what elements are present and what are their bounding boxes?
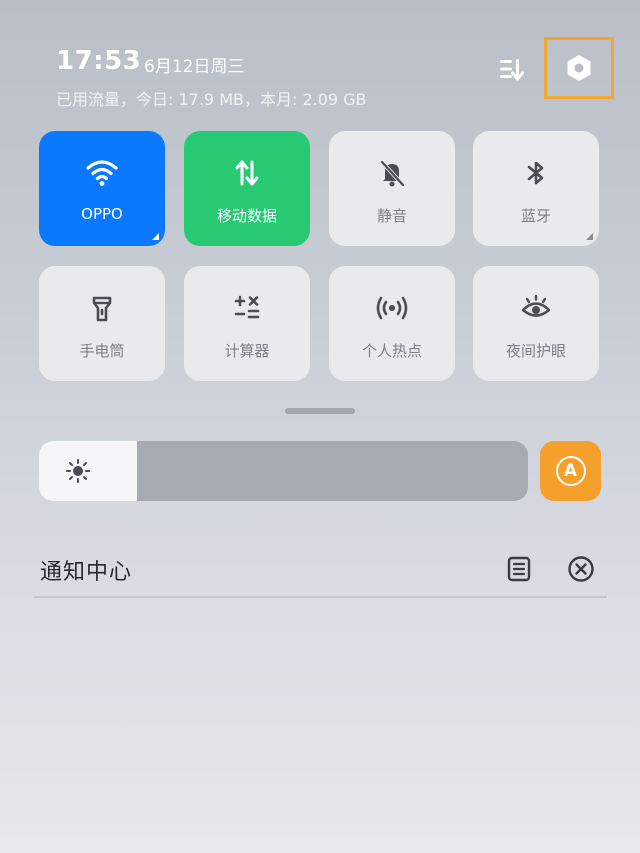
tile-flashlight[interactable]: 手电筒	[39, 266, 165, 381]
notification-manage-icon	[507, 556, 531, 582]
date-text: 6月12日周三	[144, 57, 245, 77]
expand-corner-icon	[586, 233, 593, 240]
status-header: 17:53 6月12日周三 已用流量，今日: 17.9 MB，本月: 2.09 …	[0, 0, 640, 120]
bell-off-icon	[374, 155, 410, 191]
clock-time: 17:53	[56, 46, 142, 76]
tile-label: 移动数据	[216, 207, 277, 225]
hotspot-icon	[374, 290, 410, 326]
notification-center-title: 通知中心	[40, 560, 133, 585]
tile-label: 计算器	[224, 342, 270, 360]
tile-hotspot[interactable]: 个人热点	[329, 266, 455, 381]
tile-calculator[interactable]: 计算器	[184, 266, 310, 381]
tile-night-mode[interactable]: 夜间护眼	[473, 266, 599, 381]
eye-icon	[518, 290, 554, 326]
bluetooth-icon	[518, 155, 554, 191]
auto-brightness-button[interactable]: A	[540, 441, 601, 501]
tile-label: 个人热点	[361, 342, 422, 360]
tile-silent[interactable]: 静音	[329, 131, 455, 246]
tile-label: 蓝牙	[520, 207, 551, 225]
edit-tiles-button[interactable]	[494, 54, 528, 84]
tile-mobile-data[interactable]: 移动数据	[184, 131, 310, 246]
notification-divider	[34, 596, 607, 598]
tile-label: 手电筒	[79, 342, 125, 360]
auto-brightness-icon: A	[555, 456, 586, 486]
sort-edit-icon	[500, 59, 524, 81]
tile-label: OPPO	[81, 205, 123, 223]
settings-button[interactable]	[544, 37, 614, 99]
flashlight-icon	[84, 290, 120, 326]
clear-all-button[interactable]	[566, 554, 596, 584]
tile-wifi[interactable]: OPPO	[39, 131, 165, 246]
panel-drag-handle[interactable]	[285, 408, 355, 414]
expand-corner-icon	[152, 233, 159, 240]
notification-manage-button[interactable]	[505, 555, 533, 583]
clear-all-icon	[568, 556, 594, 582]
tile-label: 夜间护眼	[505, 342, 566, 360]
brightness-slider[interactable]	[39, 441, 528, 501]
data-usage-text[interactable]: 已用流量，今日: 17.9 MB，本月: 2.09 GB	[56, 86, 367, 110]
tile-bluetooth[interactable]: 蓝牙	[473, 131, 599, 246]
sun-icon	[66, 459, 90, 483]
tile-label: 静音	[376, 207, 407, 225]
hexagon-settings-icon	[567, 55, 591, 81]
mobile-data-icon	[229, 155, 265, 191]
wifi-icon	[84, 155, 120, 191]
calculator-icon	[229, 290, 265, 326]
